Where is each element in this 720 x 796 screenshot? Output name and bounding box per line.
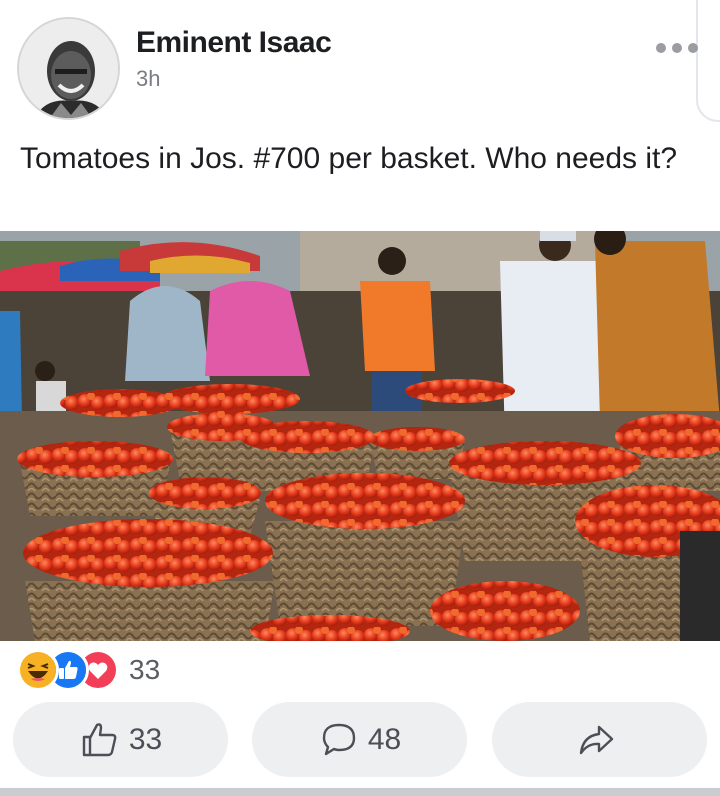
adjacent-card-edge <box>696 0 720 122</box>
share-arrow-icon <box>579 725 613 754</box>
thumbs-up-icon <box>82 722 117 756</box>
author-avatar[interactable] <box>17 17 120 120</box>
like-count: 33 <box>128 722 163 756</box>
comment-button[interactable]: 48 <box>252 702 467 777</box>
author-name[interactable]: Eminent Isaac <box>136 26 332 60</box>
more-dot-icon <box>672 43 682 53</box>
post-actions: 33 48 <box>0 702 720 777</box>
avatar-photo <box>19 19 118 118</box>
more-options-button[interactable] <box>656 30 698 66</box>
more-dot-icon <box>656 43 666 53</box>
haha-icon <box>17 649 59 691</box>
tomato-market-image <box>0 231 720 641</box>
reactions-summary[interactable]: 33 <box>17 649 161 691</box>
share-button[interactable] <box>492 702 707 777</box>
like-button[interactable]: 33 <box>13 702 228 777</box>
comment-icon <box>322 723 356 755</box>
post-photo[interactable] <box>0 231 720 641</box>
comment-count: 48 <box>367 722 402 756</box>
more-dot-icon <box>688 43 698 53</box>
feed-separator <box>0 788 720 796</box>
reaction-count: 33 <box>129 654 161 685</box>
post-text: Tomatoes in Jos. #700 per basket. Who ne… <box>20 142 678 175</box>
post-time[interactable]: 3h <box>136 66 160 92</box>
